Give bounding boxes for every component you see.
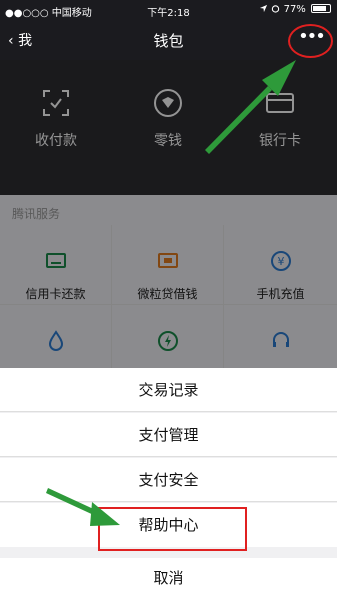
highlight-box-help-center bbox=[98, 507, 247, 551]
wechat-wallet-screen: ●●○○○ 中国移动 下午2:18 77% ‹ 我 钱包 ••• 收付款 零钱 … bbox=[0, 0, 337, 599]
location-icon bbox=[260, 4, 268, 13]
status-right: 77% bbox=[259, 4, 331, 15]
alarm-icon bbox=[272, 5, 280, 13]
status-bar: ●●○○○ 中国移动 下午2:18 77% bbox=[0, 0, 337, 20]
nav-bar: ‹ 我 钱包 ••• bbox=[0, 20, 337, 60]
sheet-item-payment-security[interactable]: 支付安全 bbox=[0, 458, 337, 502]
sheet-cancel-button[interactable]: 取消 bbox=[0, 558, 337, 599]
highlight-circle-more-button bbox=[288, 24, 333, 58]
action-sheet: 交易记录 支付管理 支付安全 帮助中心 取消 bbox=[0, 368, 337, 599]
sheet-item-transactions[interactable]: 交易记录 bbox=[0, 368, 337, 412]
battery-icon bbox=[311, 4, 331, 13]
sheet-item-payment-management[interactable]: 支付管理 bbox=[0, 413, 337, 457]
battery-percent: 77% bbox=[283, 4, 306, 15]
page-title: 钱包 bbox=[153, 32, 184, 50]
